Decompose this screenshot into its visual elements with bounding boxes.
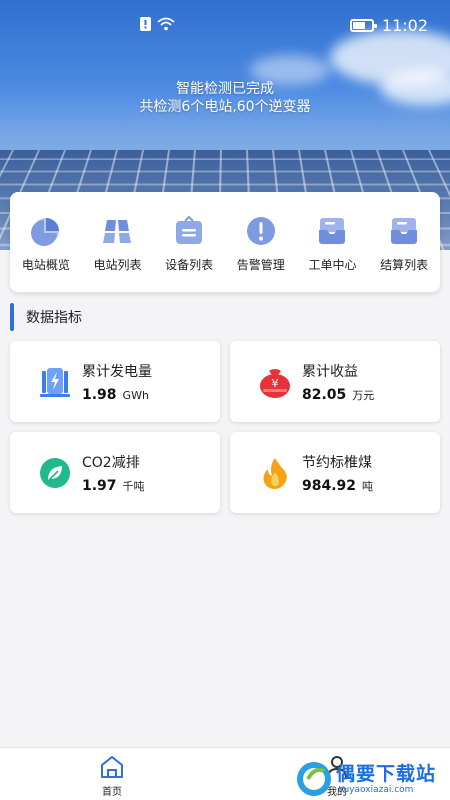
- work-order-icon: [319, 218, 346, 244]
- wifi-icon: [157, 17, 175, 35]
- solar-panel-icon: [103, 220, 132, 243]
- sim-alert-icon: [140, 17, 151, 35]
- stat-unit: 万元: [352, 389, 375, 402]
- svg-text:¥: ¥: [272, 377, 279, 390]
- feature-station-overview[interactable]: 电站概览: [11, 216, 81, 273]
- stat-unit: GWh: [122, 389, 149, 402]
- pie-chart-icon: [30, 218, 59, 246]
- feature-settlement-list[interactable]: 结算列表: [369, 216, 439, 273]
- battery-icon: [349, 19, 377, 32]
- watermark-title: 偶要下载站: [336, 763, 437, 785]
- status-bar: 11:02: [0, 0, 450, 50]
- section-title: 数据指标: [26, 310, 82, 326]
- feature-device-list[interactable]: 设备列表: [154, 216, 224, 273]
- money-bag-icon: ¥: [260, 369, 290, 398]
- power-generation-icon: [40, 368, 70, 397]
- section-header: 数据指标: [10, 303, 82, 331]
- watermark-logo-icon: [297, 762, 331, 796]
- device-box-icon: [176, 216, 203, 244]
- detection-summary: 共检测6个电站,60个逆变器: [139, 99, 311, 115]
- stat-card-co2[interactable]: CO2减排 1.97 千吨: [10, 432, 220, 513]
- status-time: 11:02: [381, 16, 428, 35]
- alert-icon: [246, 217, 275, 245]
- feature-alarm-management[interactable]: 告警管理: [226, 216, 296, 273]
- nav-home[interactable]: 首页: [82, 754, 142, 798]
- stat-value: 984.92: [302, 478, 357, 494]
- flame-icon: [263, 458, 287, 489]
- detection-status: 智能检测已完成: [176, 81, 274, 97]
- watermark: 偶要下载站 ouyaoxiazai.com: [290, 757, 450, 800]
- feature-work-order-center[interactable]: 工单中心: [297, 216, 367, 273]
- watermark-url: ouyaoxiazai.com: [338, 785, 414, 795]
- feature-menu: 电站概览 电站列表 设备列表 告警管理 工单中心 结算列表: [10, 192, 440, 292]
- stat-card-coal-saving[interactable]: 节约标椎煤 984.92 吨: [230, 432, 440, 513]
- leaf-icon: [40, 458, 70, 488]
- stat-value: 1.97: [82, 478, 117, 494]
- stat-card-revenue[interactable]: ¥ 累计收益 82.05 万元: [230, 341, 440, 422]
- section-accent-bar: [10, 303, 14, 331]
- settlement-icon: [391, 218, 418, 244]
- stat-value: 1.98: [82, 387, 117, 403]
- home-icon: [101, 756, 123, 778]
- stat-card-generation[interactable]: 累计发电量 1.98 GWh: [10, 341, 220, 422]
- stat-unit: 千吨: [122, 480, 145, 493]
- stat-value: 82.05: [302, 387, 347, 403]
- stat-unit: 吨: [362, 480, 374, 493]
- feature-station-list[interactable]: 电站列表: [82, 216, 152, 273]
